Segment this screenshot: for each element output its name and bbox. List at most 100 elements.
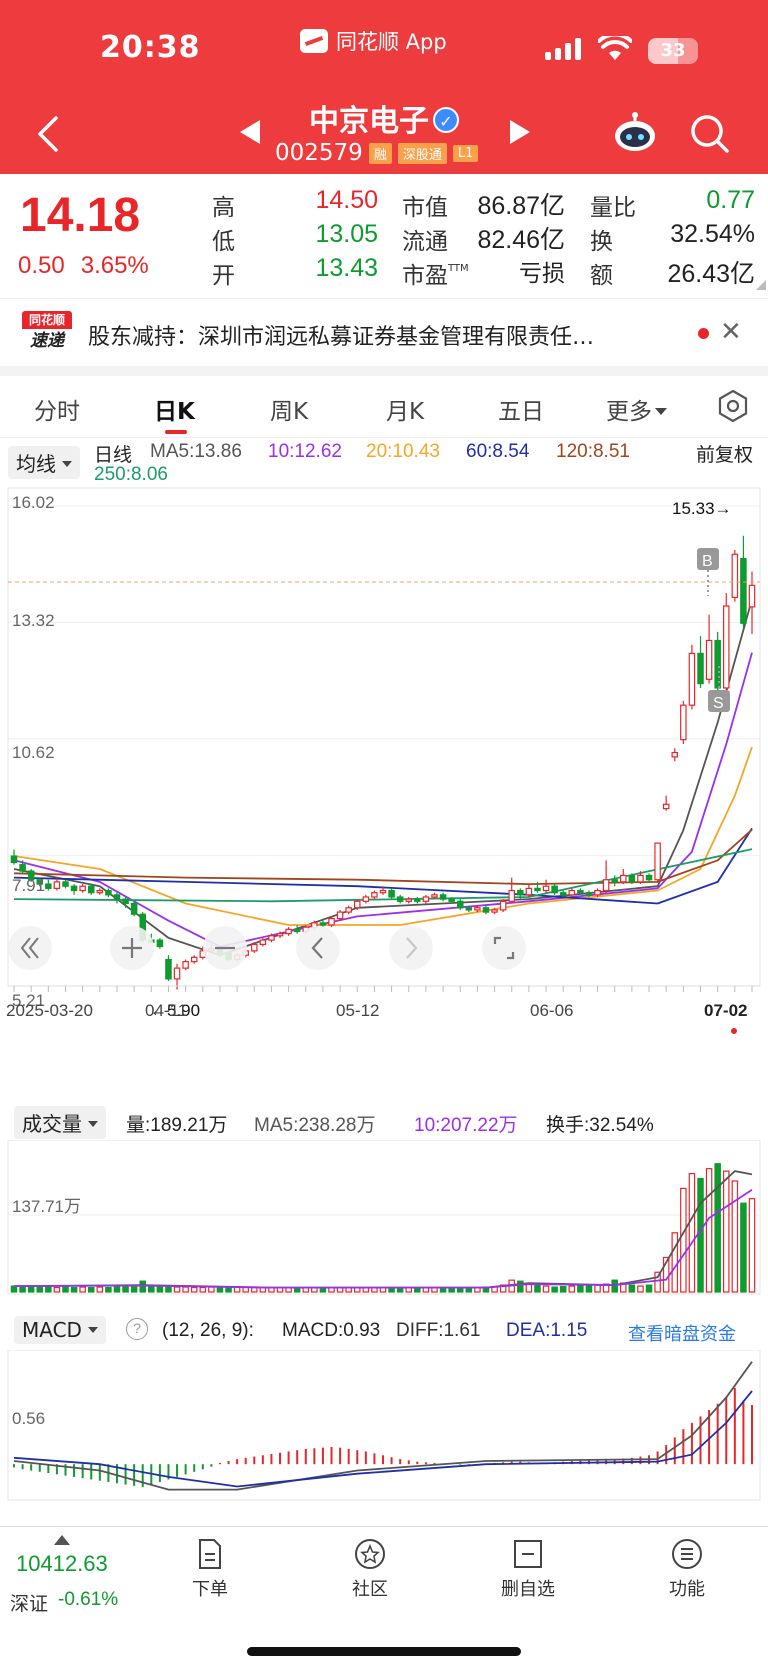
tab-daily-k[interactable]: 日K xyxy=(154,392,195,426)
volume-bar xyxy=(714,1163,721,1293)
ma10-value: 10:12.62 xyxy=(268,441,342,462)
ma5-value: MA5:13.86 xyxy=(150,441,242,462)
volume-bar xyxy=(182,1286,189,1293)
news-logo-top: 同花顺 xyxy=(22,311,72,329)
diff-value: DIFF:1.61 xyxy=(396,1320,481,1341)
volume-bar xyxy=(637,1285,644,1293)
candle xyxy=(96,889,104,894)
expand-up-icon[interactable] xyxy=(54,1535,70,1545)
candle xyxy=(336,911,344,920)
nav-order[interactable]: 下单 xyxy=(170,1537,250,1601)
candle xyxy=(517,889,524,896)
candle xyxy=(680,704,687,741)
volume-bar xyxy=(62,1286,69,1293)
volume-bar xyxy=(517,1280,524,1293)
nav-functions[interactable]: 功能 xyxy=(647,1537,727,1601)
candle xyxy=(165,958,172,980)
turnover-value: 32.54% xyxy=(670,220,755,248)
candle xyxy=(105,889,112,896)
candlestick-chart[interactable]: 16.02 13.32 10.62 7.91 5.21 15.33→ ←5.90… xyxy=(0,486,768,1046)
macd-header: MACD ? (12, 26, 9): MACD:0.93 DIFF:1.61 … xyxy=(0,1312,768,1352)
search-icon[interactable] xyxy=(690,114,730,154)
candle xyxy=(654,842,661,881)
stock-code-row: 002579 融 深股通 L1 xyxy=(275,140,479,166)
tab-monthly-k[interactable]: 月K xyxy=(386,392,424,426)
volume-chart[interactable]: 137.71万 xyxy=(0,1140,768,1300)
tab-more[interactable]: 更多 xyxy=(606,392,667,426)
pe-label-text: 市盈 xyxy=(402,263,448,289)
candle xyxy=(499,900,507,911)
volume-bar xyxy=(19,1286,26,1293)
indicator-selector[interactable]: 均线 xyxy=(8,446,80,479)
tab-intraday[interactable]: 分时 xyxy=(34,392,80,426)
mcap-label: 市值 xyxy=(402,195,448,221)
candle xyxy=(594,889,601,896)
stock-code: 002579 xyxy=(275,140,363,166)
help-icon[interactable]: ? xyxy=(126,1318,148,1340)
candle xyxy=(79,885,86,892)
adjust-mode[interactable]: 前复权 xyxy=(696,440,753,467)
tab-weekly-k[interactable]: 周K xyxy=(270,392,308,426)
candle xyxy=(697,652,704,685)
candle xyxy=(456,900,464,909)
index-value[interactable]: 10412.63 xyxy=(16,1551,108,1577)
volume-y-tick: 137.71万 xyxy=(12,1197,81,1216)
candle xyxy=(328,917,335,926)
status-app-indicator[interactable]: 同花顺 App xyxy=(300,26,447,56)
candle xyxy=(611,879,618,883)
news-ticker[interactable]: 同花顺 速递 股东减持：深圳市润远私募证券基金管理有限责任… ✕ xyxy=(0,298,768,366)
candle xyxy=(156,939,164,948)
prev-stock-arrow-icon[interactable] xyxy=(240,120,260,144)
scroll-right-button[interactable] xyxy=(389,926,433,970)
zoom-out-button[interactable] xyxy=(203,926,247,970)
zoom-in-button[interactable] xyxy=(110,926,154,970)
candle xyxy=(405,898,413,902)
tab-five-day[interactable]: 五日 xyxy=(498,392,544,426)
quote-panel[interactable]: 14.18 0.50 3.65% 高 14.50 低 13.05 开 13.43 … xyxy=(0,174,768,298)
candle xyxy=(740,557,747,624)
candle xyxy=(602,879,610,892)
candle xyxy=(130,902,138,915)
volume-bar xyxy=(27,1285,35,1293)
macd-chart[interactable]: 0.56 xyxy=(0,1350,768,1504)
volume-bar xyxy=(173,1286,181,1293)
scroll-left-button[interactable] xyxy=(296,926,340,970)
candle xyxy=(671,751,679,758)
settings-hexagon-icon[interactable] xyxy=(715,388,751,424)
candle xyxy=(525,887,533,896)
tag-margin: 融 xyxy=(368,142,392,164)
nav-community[interactable]: 社区 xyxy=(330,1537,410,1601)
volume-turnover: 换手:32.54% xyxy=(546,1115,654,1136)
nav-remove-watchlist[interactable]: 删自选 xyxy=(488,1537,568,1601)
latest-date-dot-icon xyxy=(731,1028,737,1034)
buy-marker[interactable]: B xyxy=(697,548,719,596)
period-high-marker: 15.33→ xyxy=(672,499,732,518)
news-logo-bottom: 速递 xyxy=(30,331,64,351)
next-stock-arrow-icon[interactable] xyxy=(510,120,530,144)
home-indicator[interactable] xyxy=(247,1647,521,1656)
candle xyxy=(87,885,95,894)
macd-selector[interactable]: MACD xyxy=(14,1316,106,1344)
dark-pool-link[interactable]: 查看暗盘资金 xyxy=(628,1320,736,1346)
volume-bar xyxy=(242,1286,249,1293)
volume-bar xyxy=(748,1198,756,1293)
collapse-panel-button[interactable] xyxy=(8,926,52,970)
close-icon[interactable]: ✕ xyxy=(720,317,742,347)
volume-bar xyxy=(225,1286,232,1293)
robot-assistant-icon[interactable] xyxy=(612,112,658,154)
volume-bar xyxy=(688,1172,696,1293)
expand-corner-icon[interactable] xyxy=(756,280,766,290)
volume-bar xyxy=(705,1168,713,1293)
volume-ma5-line xyxy=(13,1170,753,1289)
low-label: 低 xyxy=(212,229,235,255)
candle xyxy=(585,892,593,896)
turnover-label: 换 xyxy=(590,229,613,255)
volume-bar xyxy=(45,1286,52,1293)
status-time: 20:38 xyxy=(100,30,201,65)
nav-order-label: 下单 xyxy=(192,1579,228,1600)
volume-selector[interactable]: 成交量 xyxy=(14,1106,106,1139)
news-headline[interactable]: 股东减持：深圳市润远私募证券基金管理有限责任… xyxy=(88,319,678,351)
volume-bars xyxy=(10,1163,756,1293)
volume-bar xyxy=(105,1286,112,1293)
fullscreen-button[interactable] xyxy=(482,926,526,970)
